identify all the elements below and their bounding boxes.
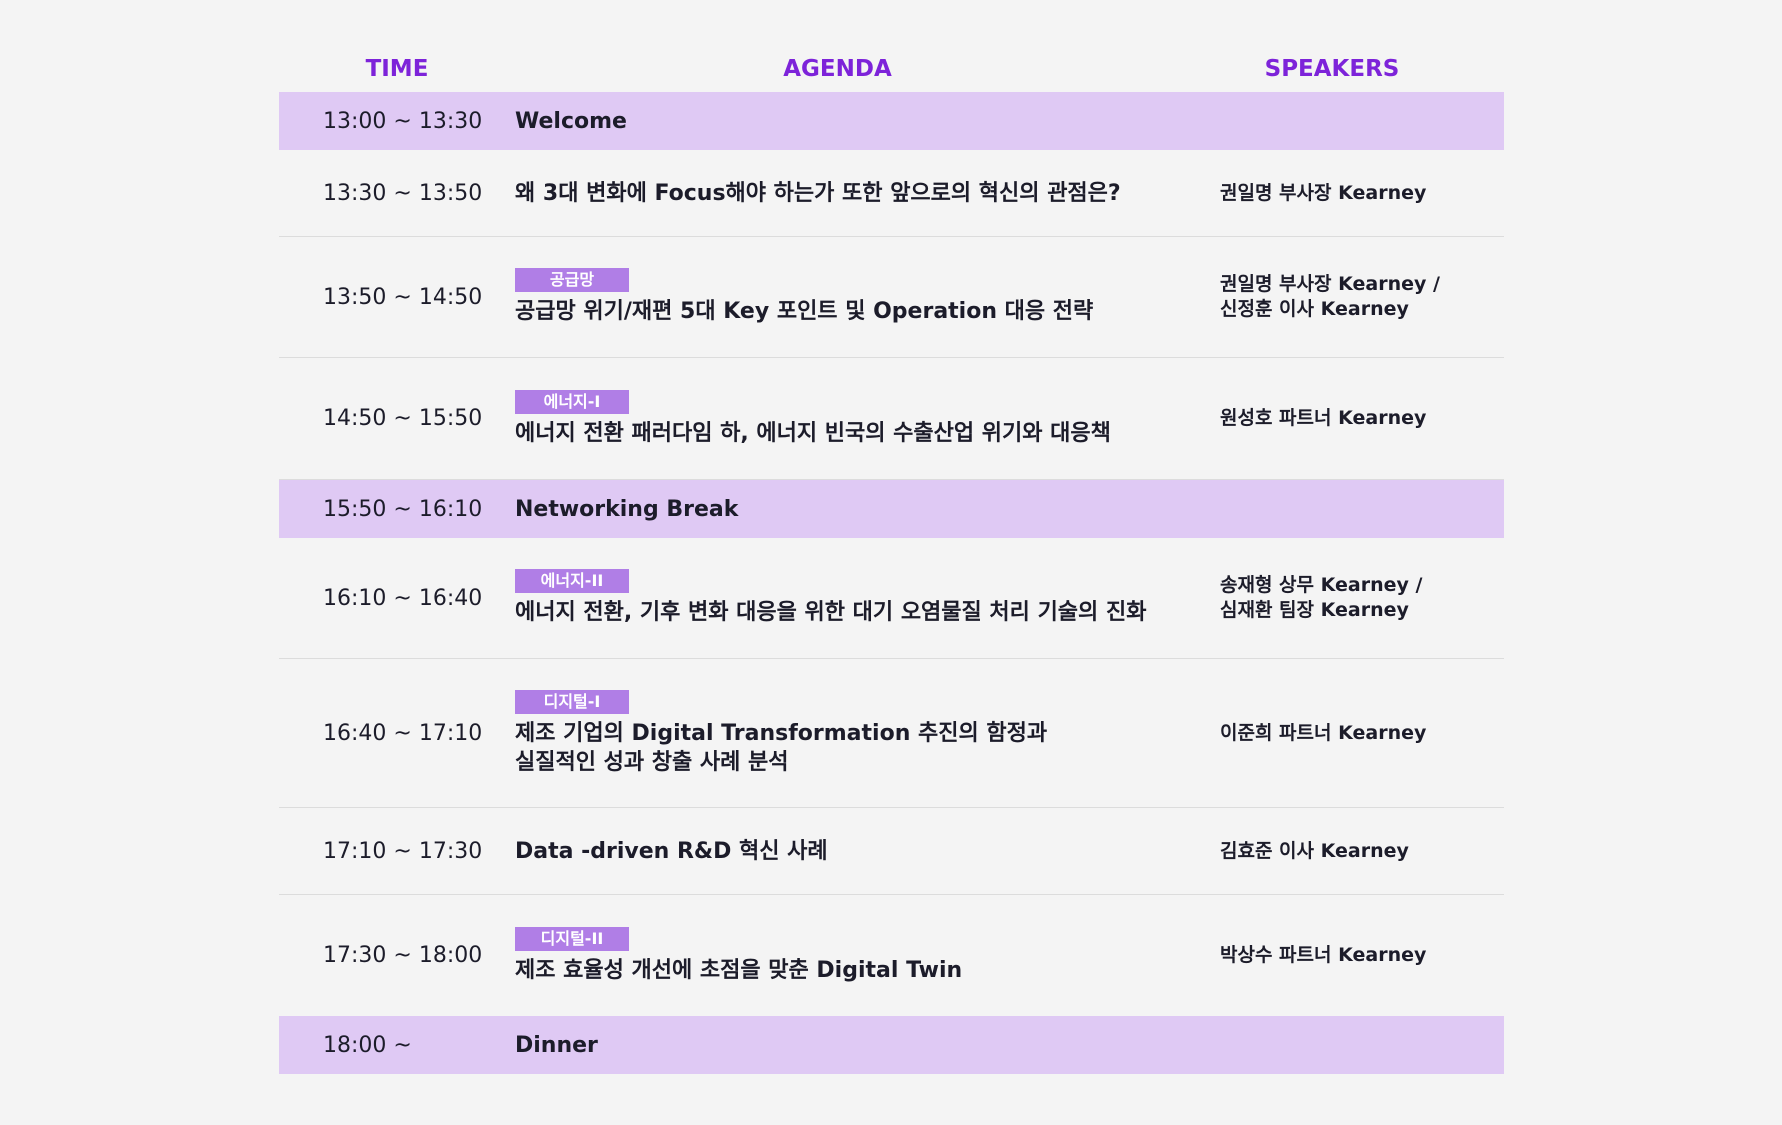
table-row: 16:40 ~ 17:10 디지털-I 제조 기업의 Digital Trans… [279, 659, 1504, 808]
session-time: 13:00 ~ 13:30 [323, 108, 483, 134]
session-speakers: 김효준 이사 Kearney [1220, 839, 1409, 862]
session-title: Welcome [515, 108, 627, 134]
table-row: 18:00 ~ Dinner [279, 1016, 1504, 1074]
table-row: 16:10 ~ 16:40 에너지-II 에너지 전환, 기후 변화 대응을 위… [279, 538, 1504, 659]
session-tag: 에너지-II [515, 569, 629, 593]
session-title: Networking Break [515, 496, 739, 522]
session-time: 18:00 ~ [323, 1032, 412, 1058]
session-tag: 에너지-I [515, 389, 629, 414]
session-time: 17:10 ~ 17:30 [323, 838, 483, 864]
session-topic: 왜 3대 변화에 Focus해야 하는가 또한 앞으로의 혁신의 관점은? [515, 179, 1220, 208]
session-speakers: 원성호 파트너 Kearney [1220, 407, 1427, 429]
table-row: 13:50 ~ 14:50 공급망 공급망 위기/재편 5대 Key 포인트 및… [279, 237, 1504, 358]
session-time: 17:30 ~ 18:00 [323, 943, 483, 968]
session-speakers: 이준희 파트너 Kearney [1220, 721, 1427, 744]
speakers-column-header: SPEAKERS [1264, 56, 1400, 82]
session-title: 에너지 전환 패러다임 하, 에너지 빈국의 수출산업 위기와 대응책 [515, 420, 1111, 446]
session-tag: 디지털-I [515, 689, 629, 714]
agenda-table: TIME AGENDA SPEAKERS 13:00 ~ 13:30 Welco… [279, 46, 1504, 1074]
session-title: 공급망 위기/재편 5대 Key 포인트 및 Operation 대응 전략 [515, 299, 1094, 324]
agenda-column-header: AGENDA [783, 56, 892, 82]
session-title: Dinner [515, 1032, 598, 1058]
session-topic: 공급망 공급망 위기/재편 5대 Key 포인트 및 Operation 대응 … [515, 268, 1220, 326]
session-topic: Data -driven R&D 혁신 사례 [515, 837, 1220, 866]
session-title: 에너지 전환, 기후 변화 대응을 위한 대기 오염물질 처리 기술의 진화 [515, 600, 1147, 625]
session-time: 13:50 ~ 14:50 [323, 284, 483, 310]
session-time: 14:50 ~ 15:50 [323, 406, 483, 431]
session-speakers: 송재형 상무 Kearney / 심재환 팀장 Kearney [1220, 574, 1423, 621]
session-speakers: 박상수 파트너 Kearney [1220, 944, 1427, 966]
session-title: 제조 기업의 Digital Transformation 추진의 함정과 실질… [515, 720, 1048, 775]
session-speakers: 권일명 부사장 Kearney [1220, 181, 1427, 204]
session-topic: 디지털-I 제조 기업의 Digital Transformation 추진의 … [515, 689, 1220, 777]
table-row: 13:30 ~ 13:50 왜 3대 변화에 Focus해야 하는가 또한 앞으… [279, 150, 1504, 237]
time-column-header: TIME [365, 56, 429, 82]
session-title: Data -driven R&D 혁신 사례 [515, 838, 828, 864]
session-speakers: 권일명 부사장 Kearney / 신정훈 이사 Kearney [1220, 273, 1440, 320]
session-title: 왜 3대 변화에 Focus해야 하는가 또한 앞으로의 혁신의 관점은? [515, 180, 1121, 206]
table-row: 13:00 ~ 13:30 Welcome [279, 92, 1504, 150]
session-topic: Networking Break [515, 495, 1220, 524]
session-time: 16:40 ~ 17:10 [323, 720, 483, 746]
session-topic: 에너지-I 에너지 전환 패러다임 하, 에너지 빈국의 수출산업 위기와 대응… [515, 389, 1220, 448]
session-topic: 에너지-II 에너지 전환, 기후 변화 대응을 위한 대기 오염물질 처리 기… [515, 569, 1220, 627]
session-tag: 공급망 [515, 268, 629, 292]
session-topic: Welcome [515, 107, 1220, 136]
table-row: 15:50 ~ 16:10 Networking Break [279, 480, 1504, 538]
table-row: 17:10 ~ 17:30 Data -driven R&D 혁신 사례 김효준… [279, 808, 1504, 895]
session-title: 제조 효율성 개선에 초점을 맞춘 Digital Twin [515, 957, 963, 983]
table-row: 17:30 ~ 18:00 디지털-II 제조 효율성 개선에 초점을 맞춘 D… [279, 895, 1504, 1016]
session-time: 16:10 ~ 16:40 [323, 585, 483, 611]
session-time: 13:30 ~ 13:50 [323, 180, 483, 206]
session-topic: Dinner [515, 1031, 1220, 1060]
session-tag: 디지털-II [515, 926, 629, 951]
session-topic: 디지털-II 제조 효율성 개선에 초점을 맞춘 Digital Twin [515, 926, 1220, 985]
table-header: TIME AGENDA SPEAKERS [279, 46, 1504, 92]
session-time: 15:50 ~ 16:10 [323, 496, 483, 522]
table-row: 14:50 ~ 15:50 에너지-I 에너지 전환 패러다임 하, 에너지 빈… [279, 358, 1504, 480]
